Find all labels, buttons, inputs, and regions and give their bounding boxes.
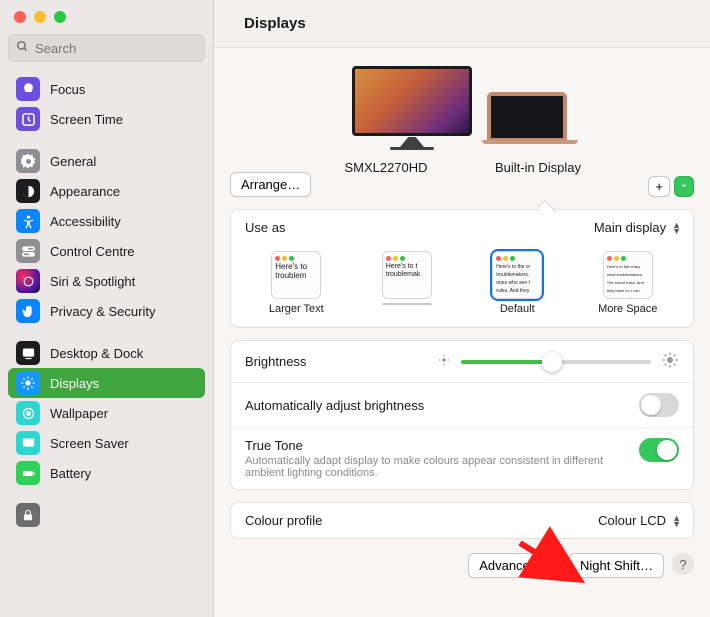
sidebar-item-wallpaper[interactable]: Wallpaper	[8, 398, 205, 428]
scale-option-larger[interactable]: Here's to troublem Larger Text	[254, 251, 338, 315]
auto-brightness-row: Automatically adjust brightness	[231, 382, 693, 427]
updown-icon: ▲▼	[672, 222, 679, 234]
resolution-scaling: Here's to troublem Larger Text Here's to…	[231, 245, 693, 327]
window-controls	[0, 0, 213, 34]
appearance-icon	[16, 179, 40, 203]
external-monitor-thumbnail[interactable]	[352, 66, 472, 150]
use-as-select[interactable]: Main display ▲▼	[594, 220, 679, 235]
sidebar-item-siri-spotlight[interactable]: Siri & Spotlight	[8, 266, 205, 296]
true-tone-description: Automatically adapt display to make colo…	[245, 455, 605, 479]
add-display-button[interactable]: +	[648, 176, 670, 197]
sidebar-label: Screen Saver	[50, 436, 129, 451]
colour-profile-select[interactable]: Colour LCD ▲▼	[598, 513, 679, 528]
sidebar-label: Displays	[50, 376, 99, 391]
sidebar-label: Battery	[50, 466, 91, 481]
sidebar-label: Privacy & Security	[50, 304, 155, 319]
brightness-high-icon	[661, 351, 679, 372]
scale-option-default[interactable]: Here's to the cr troublemakers. ones who…	[475, 251, 559, 315]
colour-profile-label: Colour profile	[245, 513, 322, 528]
sidebar-label: Appearance	[50, 184, 120, 199]
control-centre-icon	[16, 239, 40, 263]
scale-option-more-space[interactable]: Here's to the crazy ones troublemakers. …	[586, 251, 670, 315]
sidebar-label: Focus	[50, 82, 85, 97]
brightness-row: Brightness	[231, 341, 693, 382]
hand-icon	[16, 299, 40, 323]
screen-time-icon	[16, 107, 40, 131]
sidebar-item-screensaver[interactable]: Screen Saver	[8, 428, 205, 458]
focus-icon	[16, 77, 40, 101]
desktop-dock-icon	[16, 341, 40, 365]
search-input[interactable]	[33, 40, 197, 57]
brightness-low-icon	[437, 353, 451, 370]
screensaver-icon	[16, 431, 40, 455]
sidebar-label: General	[50, 154, 96, 169]
sidebar-item-accessibility[interactable]: Accessibility	[8, 206, 205, 236]
sidebar-item-battery[interactable]: Battery	[8, 458, 205, 488]
advanced-button[interactable]: Advanced…	[468, 553, 561, 578]
displays-icon	[16, 371, 40, 395]
use-as-label: Use as	[245, 220, 285, 235]
lock-icon	[16, 503, 40, 527]
external-display-label: SMXL2270HD	[321, 160, 451, 175]
builtin-display-label: Built-in Display	[473, 160, 603, 175]
sidebar-label: Screen Time	[50, 112, 123, 127]
builtin-display-thumbnail[interactable]	[482, 92, 572, 150]
use-as-row: Use as Main display ▲▼	[231, 210, 693, 245]
chevron-down-icon	[679, 181, 689, 191]
brightness-label: Brightness	[245, 354, 306, 369]
accessibility-icon	[16, 209, 40, 233]
sidebar-item-appearance[interactable]: Appearance	[8, 176, 205, 206]
night-shift-button[interactable]: Night Shift…	[569, 553, 664, 578]
true-tone-row: True Tone Automatically adapt display to…	[231, 427, 693, 489]
brightness-slider[interactable]	[461, 360, 651, 364]
search-icon	[16, 40, 29, 56]
sidebar-label: Accessibility	[50, 214, 121, 229]
add-display-menu[interactable]	[674, 176, 694, 197]
scale-label: More Space	[586, 303, 670, 315]
sidebar-item-desktop-dock[interactable]: Desktop & Dock	[8, 338, 205, 368]
battery-icon	[16, 461, 40, 485]
sidebar-label: Control Centre	[50, 244, 135, 259]
close-window-button[interactable]	[14, 11, 26, 23]
colour-profile-row: Colour profile Colour LCD ▲▼	[231, 503, 693, 538]
sidebar: Focus Screen Time General Appearance	[0, 0, 214, 617]
arrange-button[interactable]: Arrange…	[230, 172, 311, 197]
siri-icon	[16, 269, 40, 293]
sidebar-item-displays[interactable]: Displays	[8, 368, 205, 398]
gear-icon	[16, 149, 40, 173]
sidebar-label: Desktop & Dock	[50, 346, 143, 361]
sidebar-item-screen-time[interactable]: Screen Time	[8, 104, 205, 134]
zoom-window-button[interactable]	[54, 11, 66, 23]
scale-option-2[interactable]: Here's to t troublemak	[365, 251, 449, 315]
sidebar-label: Wallpaper	[50, 406, 108, 421]
updown-icon: ▲▼	[672, 515, 679, 527]
sidebar-label: Siri & Spotlight	[50, 274, 135, 289]
help-button[interactable]: ?	[672, 553, 694, 575]
sidebar-item-focus[interactable]: Focus	[8, 74, 205, 104]
auto-brightness-toggle[interactable]	[639, 393, 679, 417]
sidebar-item-cutoff[interactable]	[8, 500, 205, 530]
scale-label: Default	[475, 303, 559, 315]
display-arrangement	[230, 48, 694, 160]
page-title: Displays	[214, 0, 710, 48]
scale-label: Larger Text	[254, 303, 338, 315]
true-tone-label: True Tone	[245, 438, 605, 453]
colour-profile-value: Colour LCD	[598, 513, 666, 528]
use-as-value: Main display	[594, 220, 666, 235]
sidebar-item-control-centre[interactable]: Control Centre	[8, 236, 205, 266]
wallpaper-icon	[16, 401, 40, 425]
search-field[interactable]	[8, 34, 205, 62]
auto-brightness-label: Automatically adjust brightness	[245, 398, 424, 413]
sidebar-item-privacy[interactable]: Privacy & Security	[8, 296, 205, 326]
sidebar-item-general[interactable]: General	[8, 146, 205, 176]
minimize-window-button[interactable]	[34, 11, 46, 23]
true-tone-toggle[interactable]	[639, 438, 679, 462]
